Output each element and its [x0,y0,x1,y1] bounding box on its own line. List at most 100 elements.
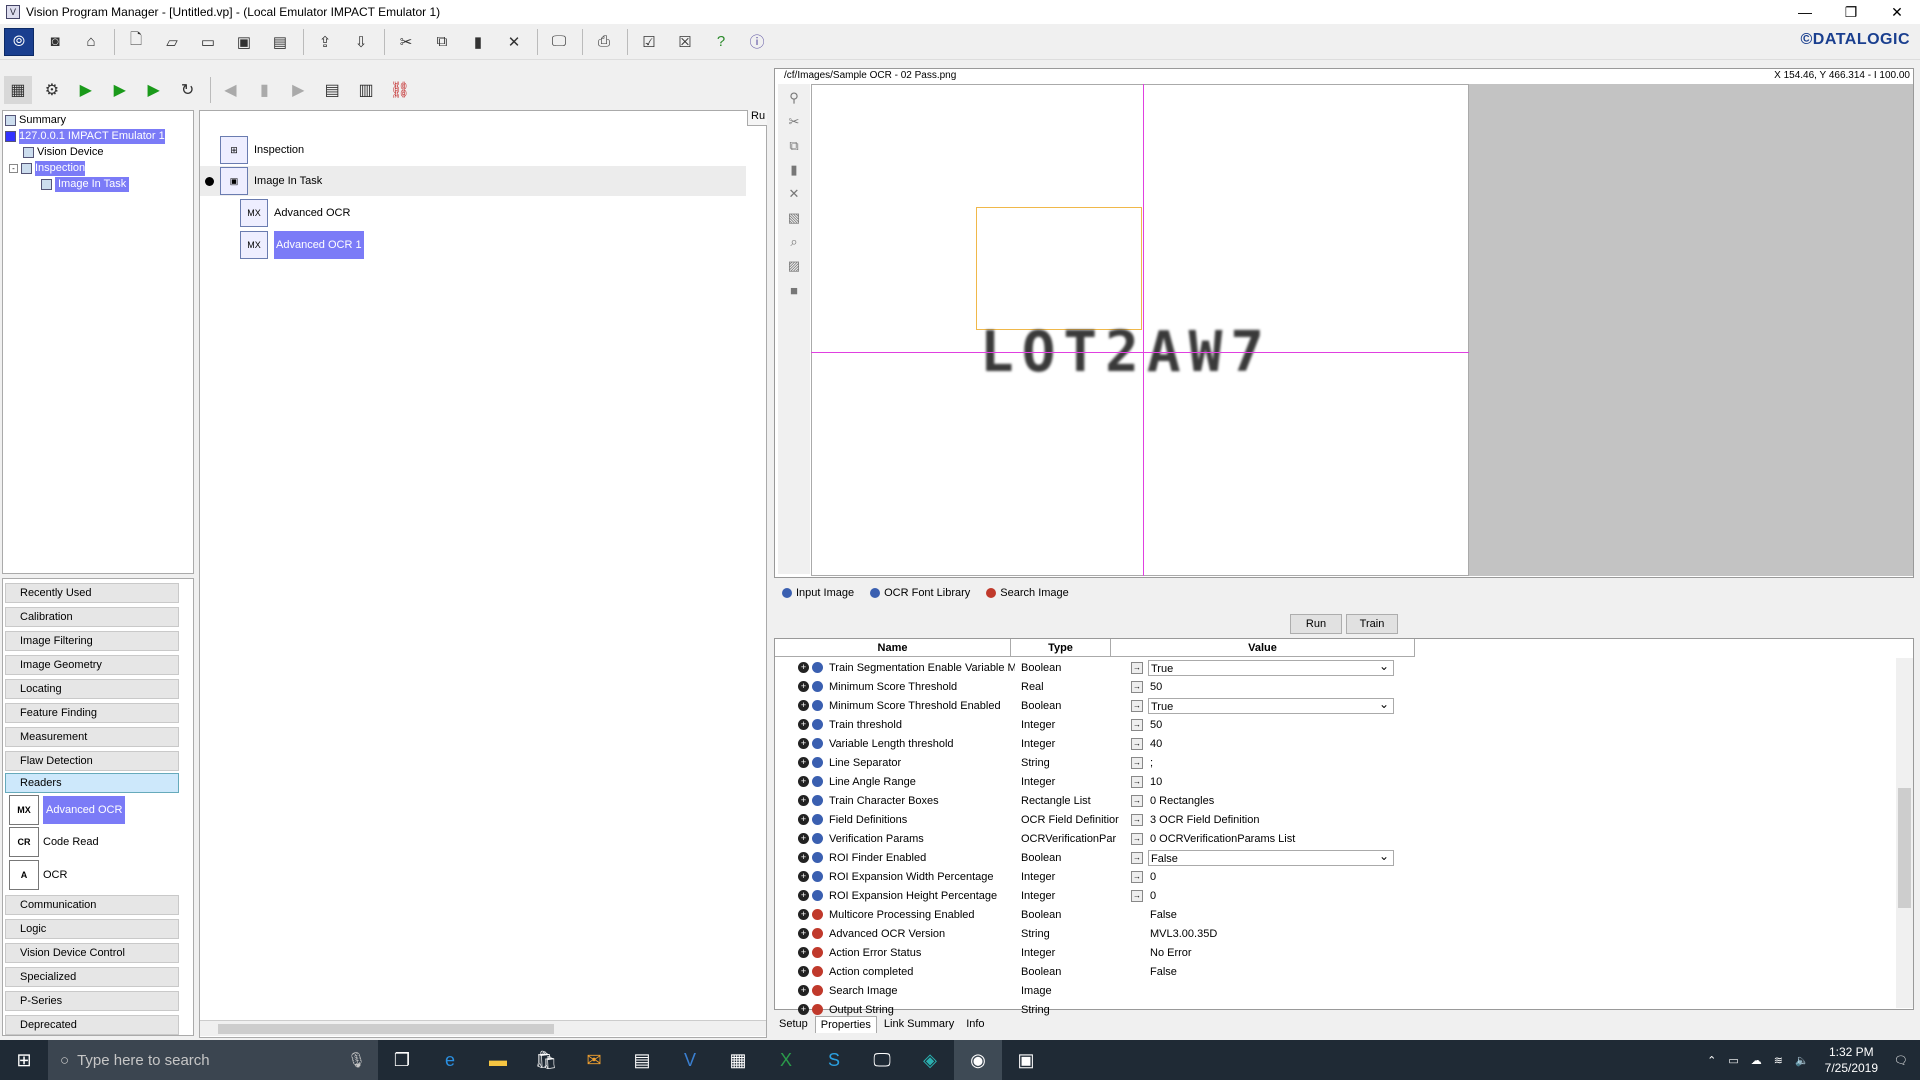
category-communication[interactable]: Communication [5,895,179,915]
expand-icon[interactable]: + [798,928,809,939]
calendar-icon[interactable]: ▥ [352,76,380,104]
collapse-icon[interactable]: - [9,164,18,173]
layout-icon[interactable]: ▦ [4,76,32,104]
expand-icon[interactable]: + [798,738,809,749]
tree-item-emulator[interactable]: 127.0.0.1 IMPACT Emulator 1 [5,129,165,144]
cut-icon[interactable]: ✂ [391,28,421,56]
tool-advanced-ocr[interactable]: MX Advanced OCR [9,795,126,825]
property-row[interactable]: + ROI Expansion Height Percentage Integer →… [776,886,1416,905]
delete-icon[interactable]: ✕ [784,184,804,204]
onedrive-icon[interactable]: ☁ [1751,1054,1762,1067]
horizontal-scrollbar[interactable] [200,1020,766,1036]
collapse-icon[interactable] [205,177,214,186]
notifications-icon[interactable]: 🗨 [1894,1054,1908,1067]
tab-info[interactable]: Info [961,1016,989,1032]
visio-icon[interactable]: V [666,1040,714,1080]
checklist-icon[interactable]: ☑ [634,28,664,56]
expand-icon[interactable]: + [798,700,809,711]
open-icon[interactable]: ▱ [157,28,187,56]
category-p-series[interactable]: P-Series [5,991,179,1011]
tab-properties[interactable]: Properties [814,1015,877,1033]
property-value[interactable]: 40 [1148,736,1394,752]
expand-icon[interactable]: + [798,681,809,692]
save-all-icon[interactable]: ▤ [265,28,295,56]
vpm-window-icon[interactable]: ▣ [1002,1040,1050,1080]
download-icon[interactable]: ⇩ [346,28,376,56]
report-icon[interactable]: ▤ [318,76,346,104]
property-row[interactable]: + Line Angle Range Integer → 10 [776,772,1416,791]
copy-icon[interactable]: ⧉ [784,136,804,156]
skype-icon[interactable]: S [810,1040,858,1080]
microphone-icon[interactable]: 🎙 [347,1051,366,1069]
tool-ocr[interactable]: A OCR [9,860,67,890]
tab-link-summary[interactable]: Link Summary [879,1016,959,1032]
expand-icon[interactable]: + [798,757,809,768]
next-icon[interactable]: ▶ [284,76,312,104]
pause-icon[interactable]: ▮ [250,76,278,104]
tool-code-read[interactable]: CR Code Read [9,827,99,857]
expand-icon[interactable]: + [798,814,809,825]
property-value-dropdown[interactable]: False [1148,848,1394,866]
property-row[interactable]: + ROI Expansion Width Percentage Integer → 0 [776,867,1416,886]
run-icon[interactable]: ▶ [72,76,100,104]
restore-icon[interactable]: ❐ [1828,0,1874,24]
calculator-icon[interactable]: ▦ [714,1040,762,1080]
zoom-icon[interactable]: ⌕ [784,232,804,252]
link-icon[interactable]: → [1131,680,1143,693]
property-value[interactable]: 0 OCRVerificationParams List [1148,831,1394,847]
property-value[interactable]: 0 [1148,869,1394,885]
pin-icon[interactable]: ⚲ [784,88,804,108]
link-icon[interactable]: → [1131,813,1143,826]
link-icon[interactable]: → [1131,718,1143,731]
property-row[interactable]: + Search Image Image [776,981,1416,1000]
tab-setup[interactable]: Setup [774,1016,813,1032]
clock[interactable]: 1:32 PM 7/25/2019 [1825,1044,1878,1076]
value-column-header[interactable]: Value [1111,639,1415,657]
run-button[interactable]: Run [1290,614,1342,634]
link-icon[interactable]: → [1131,832,1143,845]
run-once-icon[interactable]: ▶ [106,76,134,104]
link-icon[interactable]: → [1131,699,1143,712]
tree-item-summary[interactable]: Summary [5,113,66,128]
step-icon[interactable]: ▶ [140,76,168,104]
property-row[interactable]: + Action Error Status Integer No Error [776,943,1416,962]
category-deprecated[interactable]: Deprecated [5,1015,179,1035]
monitor-icon[interactable]: 🖵 [544,28,574,56]
property-value[interactable]: 10 [1148,774,1394,790]
property-value[interactable]: MVL3.00.35D [1148,926,1394,942]
paste-icon[interactable]: ▮ [784,160,804,180]
tree-item-vision-device[interactable]: Vision Device [23,145,103,160]
property-value[interactable]: False [1148,907,1394,923]
property-value[interactable]: 3 OCR Field Definition [1148,812,1394,828]
about-icon[interactable]: ⓘ [742,28,772,56]
property-value[interactable]: 50 [1148,717,1394,733]
train-button[interactable]: Train [1346,614,1398,634]
link-icon[interactable]: → [1131,851,1143,864]
volume-icon[interactable]: 🔈 [1795,1054,1809,1067]
link-icon[interactable]: → [1131,661,1143,674]
property-value[interactable]: 50 [1148,679,1394,695]
expand-icon[interactable]: + [798,985,809,996]
category-feature-finding[interactable]: Feature Finding [5,703,179,723]
task-item-inspection[interactable]: ⊞ Inspection [220,135,304,165]
device-icon[interactable]: ◙ [40,28,70,56]
property-row[interactable]: + Multicore Processing Enabled Boolean Fals… [776,905,1416,924]
help-icon[interactable]: ? [706,28,736,56]
square-icon[interactable]: ■ [784,280,804,300]
expand-icon[interactable]: + [798,662,809,673]
gear-icon[interactable]: ⚙ [38,76,66,104]
vertical-scrollbar[interactable] [1896,658,1913,1008]
task-view-icon[interactable]: ❐ [378,1040,426,1080]
expand-icon[interactable]: + [798,966,809,977]
expand-icon[interactable]: + [798,871,809,882]
link-icon[interactable]: → [1131,794,1143,807]
network-app-icon[interactable]: ▤ [618,1040,666,1080]
property-row[interactable]: + Variable Length threshold Integer → 40 [776,734,1416,753]
app-menu-icon[interactable]: ⦾ [4,27,34,56]
property-value[interactable] [1148,1002,1394,1018]
property-value[interactable]: ; [1148,755,1394,771]
new-file-icon[interactable]: 🗋 [121,28,151,56]
property-value-dropdown[interactable]: True [1148,696,1394,714]
tray-chevron-icon[interactable]: ⌃ [1707,1054,1716,1067]
print-icon[interactable]: ⎙ [589,28,619,56]
